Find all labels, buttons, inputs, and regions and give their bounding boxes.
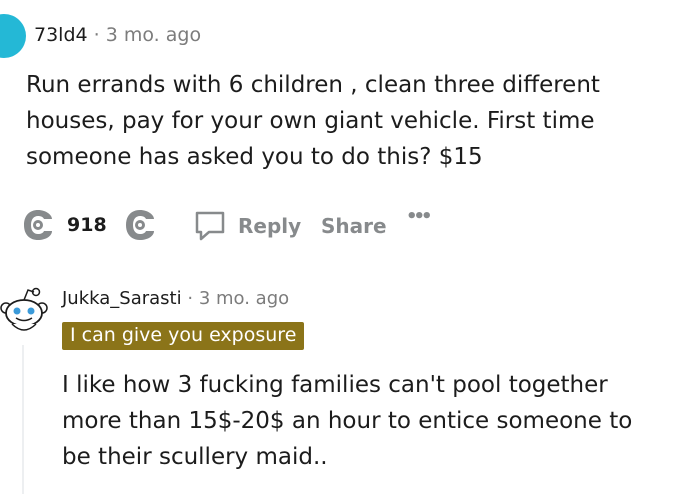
reply-button[interactable]: Reply	[192, 208, 301, 244]
comment-username[interactable]: 73ld4	[34, 24, 88, 46]
comment-line: more than 15$-20$ an hour to entice some…	[62, 408, 633, 434]
vote-score: 918	[67, 214, 107, 236]
upvote-button[interactable]	[20, 207, 56, 247]
comment-username[interactable]: Jukka_Sarasti	[62, 288, 182, 309]
comment-meta: Jukka_Sarasti · 3 mo. ago	[62, 288, 289, 309]
user-avatar[interactable]	[0, 14, 26, 58]
user-avatar[interactable]	[0, 286, 48, 340]
snoo-avatar-icon	[0, 287, 48, 331]
downvote-button[interactable]	[122, 207, 158, 247]
comment-line: be their scullery maid..	[62, 444, 328, 470]
comment-line: Run errands with 6 children , clean thre…	[26, 72, 600, 98]
more-options-button[interactable]: •••	[406, 206, 432, 227]
comment-line: houses, pay for your own giant vehicle. …	[26, 108, 595, 134]
reply-label: Reply	[238, 214, 302, 238]
speech-bubble-icon	[195, 211, 225, 241]
share-button[interactable]: Share	[321, 214, 387, 238]
comment-meta: 73ld4 · 3 mo. ago	[34, 24, 201, 46]
downvote-award-icon	[126, 210, 154, 240]
meta-separator: ·	[93, 24, 100, 46]
comment-timestamp[interactable]: 3 mo. ago	[106, 24, 201, 46]
thread-line[interactable]	[22, 345, 24, 494]
comment-body: Run errands with 6 children , clean thre…	[26, 67, 600, 175]
comment-line: someone has asked you to do this? $15	[26, 144, 483, 170]
upvote-award-icon	[24, 210, 52, 240]
comment-line: I like how 3 fucking families can't pool…	[62, 372, 608, 398]
user-flair: I can give you exposure	[62, 322, 305, 350]
comment-timestamp[interactable]: 3 mo. ago	[199, 288, 289, 309]
meta-separator: ·	[187, 288, 194, 309]
comment-body: I like how 3 fucking families can't pool…	[62, 367, 632, 475]
